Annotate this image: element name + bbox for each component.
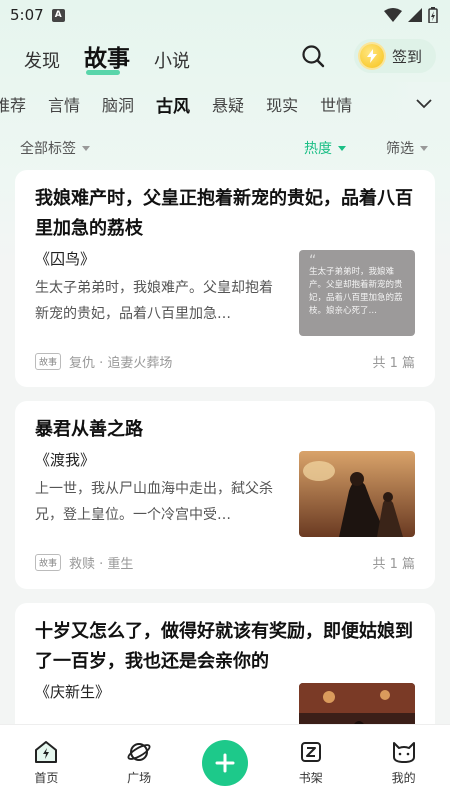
sort-filters: 热度 筛选 <box>304 138 428 158</box>
signal-icon <box>408 8 422 22</box>
story-type-badge: 故事 <box>35 554 62 571</box>
category-ancient[interactable]: 古风 <box>156 92 190 117</box>
tab-novel[interactable]: 小说 <box>154 47 190 73</box>
category-list: 推荐 言情 脑洞 古风 悬疑 现实 世情 <box>0 92 352 117</box>
story-text: 《渡我》 上一世，我从尸山血海中走出，弑父杀兄，登上皇位。一个冷宫中受… <box>35 449 285 537</box>
category-romance[interactable]: 言情 <box>48 92 80 117</box>
nav-shelf[interactable]: 书架 <box>281 739 341 786</box>
bottom-nav: 首页 广场 书架 我的 <box>0 724 450 800</box>
story-cover-image <box>299 451 415 537</box>
story-excerpt: 上一世，我从尸山血海中走出，弑父杀兄，登上皇位。一个冷宫中受… <box>35 481 273 523</box>
create-button[interactable] <box>201 739 248 786</box>
caret-down-icon <box>82 145 90 151</box>
story-title: 十岁又怎么了，做得好就该有奖励，即便姑娘到了一百岁，我也还是会亲你的 <box>35 621 413 672</box>
story-excerpt: 生太子弟弟时，我娘难产。父皇却抱着新宠的贵妃，品着八百里加急… <box>35 280 273 322</box>
planet-icon <box>127 743 151 761</box>
story-meta: 故事 救赎 · 重生 共 1 篇 <box>35 553 415 572</box>
all-tags-dropdown[interactable]: 全部标签 <box>20 138 90 158</box>
story-meta-left: 故事 复仇 · 追妻火葬场 <box>35 352 172 371</box>
book-name: 《囚鸟》 <box>35 250 96 268</box>
cat-profile-icon <box>392 742 415 763</box>
story-meta-left: 故事 救赎 · 重生 <box>35 553 133 572</box>
nav-mine[interactable]: 我的 <box>374 739 434 786</box>
book-name: 《渡我》 <box>35 451 96 469</box>
lightning-icon <box>359 44 384 68</box>
hot-sort-label: 热度 <box>304 141 332 157</box>
screen-filter-dropdown[interactable]: 筛选 <box>386 138 428 158</box>
category-society[interactable]: 世情 <box>320 92 352 117</box>
nav-mine-label: 我的 <box>391 771 416 785</box>
story-cover-text-image: “ 生太子弟弟时，我娘难产。父皇却抱着新宠的贵妃，品着八百里加急的荔枝。娘亲心死… <box>299 250 415 336</box>
tab-story[interactable]: 故事 <box>84 39 130 75</box>
category-expand-button[interactable] <box>388 82 450 126</box>
category-suspense[interactable]: 悬疑 <box>212 92 244 117</box>
bookshelf-icon <box>300 742 321 762</box>
home-icon <box>35 741 58 763</box>
chevron-down-icon <box>416 99 432 109</box>
story-card[interactable]: 我娘难产时，父皇正抱着新宠的贵妃，品着八百里加急的荔枝 《囚鸟》 生太子弟弟时，… <box>15 170 435 387</box>
story-body: 《囚鸟》 生太子弟弟时，我娘难产。父皇却抱着新宠的贵妃，品着八百里加急… “ 生… <box>35 248 415 336</box>
status-right <box>384 7 438 23</box>
caret-down-icon <box>420 145 428 151</box>
nav-home-label: 首页 <box>34 771 59 785</box>
story-count: 共 1 篇 <box>372 557 415 572</box>
hot-sort-dropdown[interactable]: 热度 <box>304 138 346 158</box>
story-tags: 救赎 · 重生 <box>69 557 134 572</box>
book-name: 《庆新生》 <box>35 683 111 701</box>
checkin-button[interactable]: 签到 <box>353 39 436 73</box>
tab-discover[interactable]: 发现 <box>24 47 60 73</box>
status-bar: 5:07 A <box>0 0 450 30</box>
story-list: 我娘难产时，父皇正抱着新宠的贵妃，品着八百里加急的荔枝 《囚鸟》 生太子弟弟时，… <box>0 170 450 773</box>
story-type-badge: 故事 <box>35 353 62 370</box>
filter-row: 全部标签 热度 筛选 <box>0 126 450 170</box>
nav-shelf-label: 书架 <box>298 771 323 785</box>
story-text: 《囚鸟》 生太子弟弟时，我娘难产。父皇却抱着新宠的贵妃，品着八百里加急… <box>35 248 285 336</box>
nav-square-label: 广场 <box>127 771 152 785</box>
category-recommend[interactable]: 推荐 <box>0 92 26 117</box>
category-row: 推荐 言情 脑洞 古风 悬疑 现实 世情 <box>0 82 450 126</box>
plus-icon <box>215 753 235 772</box>
quote-icon: “ <box>309 253 317 269</box>
checkin-label: 签到 <box>391 47 422 66</box>
story-tags: 复仇 · 追妻火葬场 <box>69 356 173 371</box>
screen-filter-label: 筛选 <box>386 141 414 157</box>
nav-square[interactable]: 广场 <box>109 739 169 786</box>
main-tabs: 发现 故事 小说 <box>24 39 298 75</box>
caret-down-icon <box>338 145 346 151</box>
story-body: 《渡我》 上一世，我从尸山血海中走出，弑父杀兄，登上皇位。一个冷宫中受… <box>35 449 415 537</box>
app-indicator-icon: A <box>51 8 65 22</box>
top-header: 发现 故事 小说 签到 <box>0 30 450 82</box>
search-button[interactable] <box>298 41 328 71</box>
battery-icon <box>428 7 438 23</box>
story-meta: 故事 复仇 · 追妻火葬场 共 1 篇 <box>35 352 415 371</box>
cover-text: 生太子弟弟时，我娘难产。父皇却抱着新宠的贵妃，品着八百里加急的荔枝。娘亲心死了… <box>309 267 403 316</box>
all-tags-label: 全部标签 <box>20 141 76 157</box>
category-brainhole[interactable]: 脑洞 <box>102 92 134 117</box>
nav-home[interactable]: 首页 <box>16 739 76 786</box>
story-title: 我娘难产时，父皇正抱着新宠的贵妃，品着八百里加急的荔枝 <box>35 188 413 239</box>
story-title: 暴君从善之路 <box>35 419 143 440</box>
status-time: 5:07 <box>10 6 44 24</box>
story-card[interactable]: 暴君从善之路 《渡我》 上一世，我从尸山血海中走出，弑父杀兄，登上皇位。一个冷宫… <box>15 401 435 589</box>
wifi-icon <box>384 8 402 22</box>
status-left: 5:07 A <box>10 6 65 24</box>
search-icon <box>302 45 325 68</box>
story-count: 共 1 篇 <box>372 356 415 371</box>
category-reality[interactable]: 现实 <box>266 92 298 117</box>
